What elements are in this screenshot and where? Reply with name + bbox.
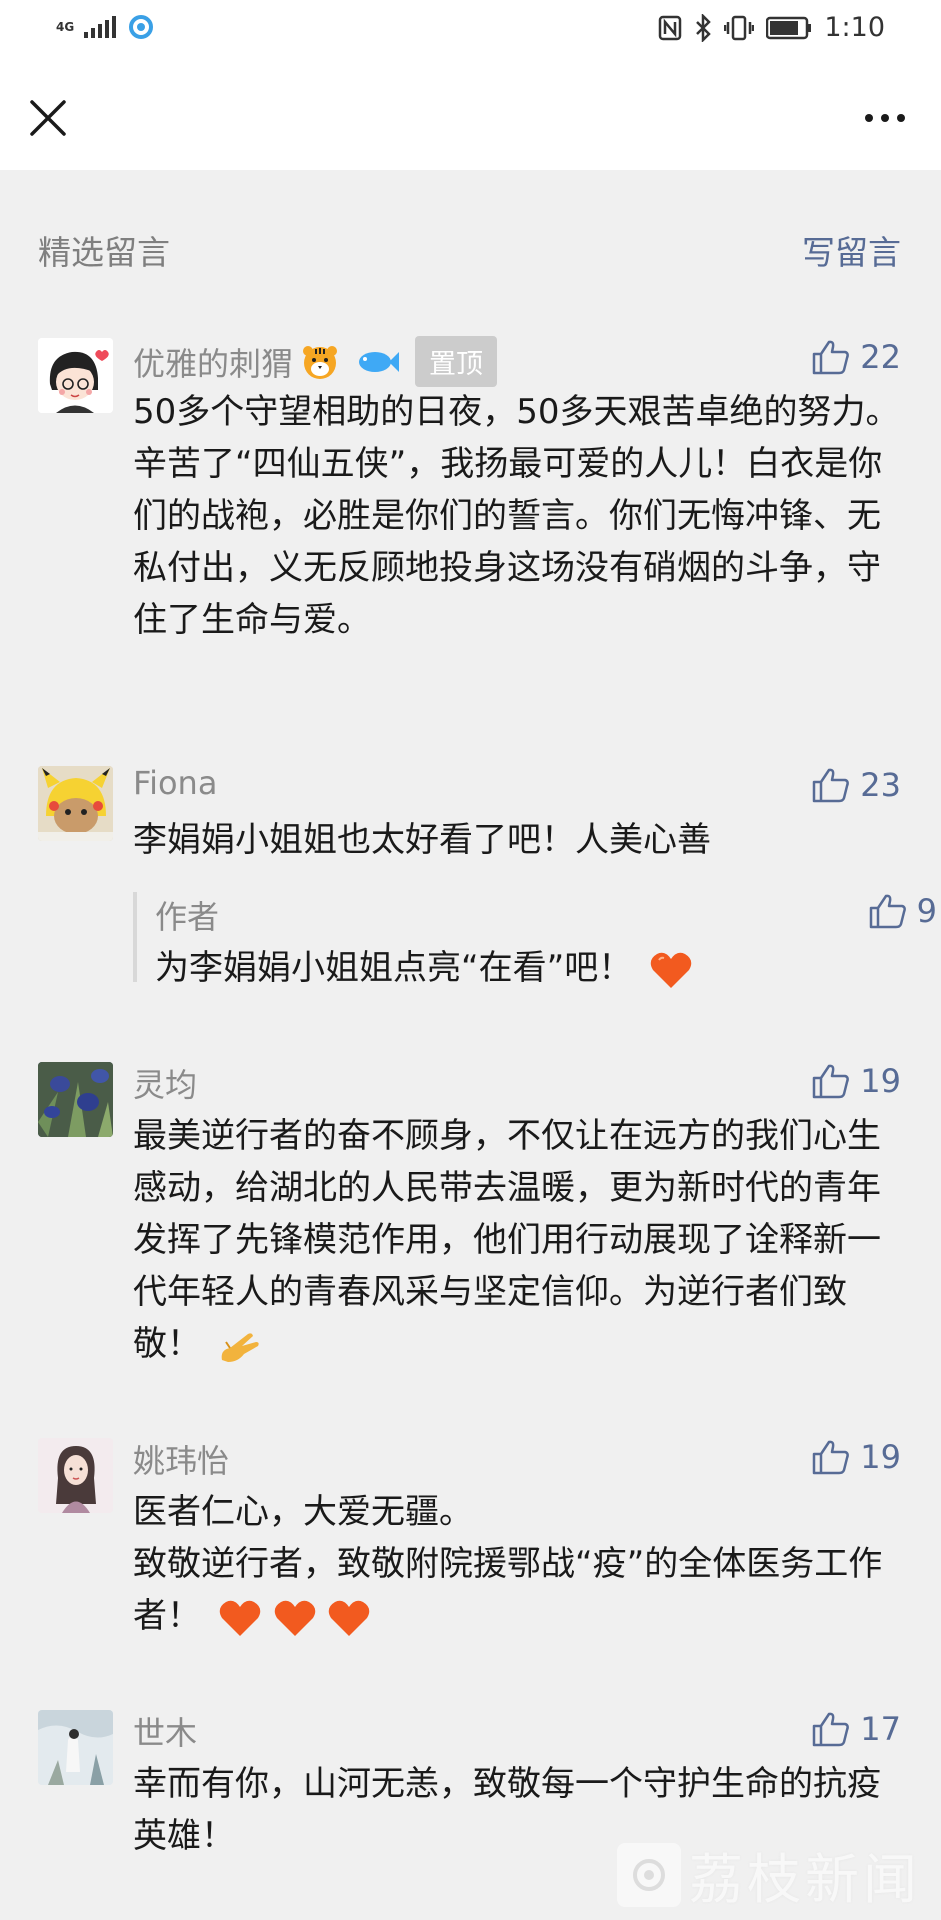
vibrate-icon xyxy=(724,15,755,40)
reply-text-content: 为李娟娟小姐姐点亮“在看”吧！ xyxy=(155,948,633,988)
comment-text: 医者仁心，大爱无疆。 致敬逆行者，致敬附院援鄂战“疫”的全体医务工作者！ xyxy=(133,1486,903,1642)
nav-bar xyxy=(0,58,941,170)
heart-emoji xyxy=(329,1600,370,1636)
nickname: 姚玮怡 xyxy=(133,1436,229,1482)
thumbs-up-icon xyxy=(813,768,850,803)
section-title: 精选留言 xyxy=(38,233,170,272)
thumbs-up-icon xyxy=(813,1712,850,1747)
watermark-logo-icon xyxy=(617,1842,681,1907)
like-count: 22 xyxy=(860,338,901,376)
nickname: Fiona xyxy=(133,764,217,802)
heart-emoji xyxy=(650,952,692,988)
comment-item: 姚玮怡 19 医者仁心，大爱无疆。 致敬逆行者，致敬附院援鄂战“疫”的全体医务工… xyxy=(0,1438,941,1668)
like-button[interactable]: 23 xyxy=(812,766,901,804)
comment-text-line: 医者仁心，大爱无疆。 xyxy=(133,1492,473,1532)
avatar-ink-painting xyxy=(38,1710,113,1785)
close-icon xyxy=(30,100,66,136)
thumbs-up-icon xyxy=(813,1440,850,1475)
nickname: 灵均 xyxy=(133,1060,197,1106)
comment-text-line: 致敬逆行者，致敬附院援鄂战“疫”的全体医务工作者！ xyxy=(133,1538,903,1642)
like-count: 19 xyxy=(860,1438,901,1476)
watermark: 荔枝新闻 xyxy=(617,1835,921,1914)
comment-text: 李娟娟小姐姐也太好看了吧！人美心善 xyxy=(133,820,711,860)
avatar[interactable] xyxy=(38,1438,113,1513)
tiger-face-emoji xyxy=(303,345,338,379)
clock: 1:10 xyxy=(824,12,885,43)
battery-icon xyxy=(766,16,812,39)
avatar[interactable] xyxy=(38,1710,113,1785)
nickname: 世木 xyxy=(133,1708,197,1754)
nickname-text: 灵均 xyxy=(133,1066,198,1104)
avatar[interactable] xyxy=(38,338,113,413)
hand-gesture-emoji xyxy=(221,1332,259,1362)
write-comment-link[interactable]: 写留言 xyxy=(802,226,901,274)
status-right: 1:10 xyxy=(658,12,885,43)
nickname-text: 姚玮怡 xyxy=(133,1442,230,1480)
app-notification-icon xyxy=(129,15,154,39)
reply-like-count: 9 xyxy=(916,892,937,930)
comment-text: 50多个守望相助的日夜，50多天艰苦卓绝的努力。辛苦了“四仙五侠”，我扬最可爱的… xyxy=(133,392,900,640)
signal-icon xyxy=(84,16,117,38)
avatar-painting-irises xyxy=(38,1062,113,1137)
like-button[interactable]: 22 xyxy=(812,338,901,376)
heart-emoji xyxy=(274,1600,315,1636)
heart-emoji xyxy=(219,1600,261,1636)
reply-like-button[interactable]: 9 xyxy=(869,892,937,930)
bluetooth-icon xyxy=(696,13,712,42)
nickname: 优雅的刺猬 置顶 xyxy=(133,336,498,387)
like-button[interactable]: 19 xyxy=(812,1062,901,1100)
author-reply: 作者 9 为李娟娟小姐姐点亮“在看”吧！ xyxy=(133,892,937,988)
reply-author: 作者 xyxy=(155,898,220,936)
watermark-text: 荔枝新闻 xyxy=(689,1848,921,1911)
comment-text: 最美逆行者的奋不顾身，不仅让在远方的我们心生感动，给湖北的人民带去温暖，更为新时… xyxy=(133,1110,903,1370)
avatar[interactable] xyxy=(38,1062,113,1137)
avatar-illustrated-woman xyxy=(38,1438,113,1513)
more-dots-icon xyxy=(865,114,905,122)
status-left: 4G xyxy=(56,14,154,40)
status-bar: 4G 1:10 xyxy=(0,0,941,58)
more-button[interactable] xyxy=(861,108,909,128)
thumbs-up-icon xyxy=(813,1064,850,1099)
like-button[interactable]: 17 xyxy=(812,1710,901,1748)
news-logo-icon xyxy=(633,1858,665,1891)
comment-item: Fiona 23 李娟娟小姐姐也太好看了吧！人美心善 作者 9 为李娟娟小姐姐点… xyxy=(0,764,941,1006)
comments-header: 精选留言 写留言 xyxy=(0,170,941,290)
thumbs-up-icon xyxy=(869,894,906,929)
like-count: 19 xyxy=(860,1062,901,1100)
thumbs-up-icon xyxy=(813,340,850,375)
nickname-text: 世木 xyxy=(133,1714,198,1752)
comment-item: 灵均 19 最美逆行者的奋不顾身，不仅让在远方的我们心生感动，给湖北的人民带去温… xyxy=(0,1062,941,1382)
fish-emoji xyxy=(359,351,400,372)
like-button[interactable]: 19 xyxy=(812,1438,901,1476)
like-count: 23 xyxy=(860,766,901,804)
network-type: 4G xyxy=(56,20,75,34)
nickname-text: Fiona xyxy=(133,764,218,802)
comment-item: 优雅的刺猬 置顶 22 50多个守望相助的日夜，50多天艰苦卓绝的努力。辛苦了“… xyxy=(0,336,941,698)
nfc-icon xyxy=(659,15,682,40)
avatar-pikachu-cat xyxy=(38,766,113,841)
reply-text: 为李娟娟小姐姐点亮“在看”吧！ xyxy=(155,942,693,994)
avatar[interactable] xyxy=(38,766,113,841)
pinned-badge: 置顶 xyxy=(415,336,498,387)
avatar-cartoon-girl xyxy=(38,338,113,413)
like-count: 17 xyxy=(860,1710,901,1748)
nickname-text: 优雅的刺猬 xyxy=(133,344,294,383)
close-button[interactable] xyxy=(26,96,70,140)
